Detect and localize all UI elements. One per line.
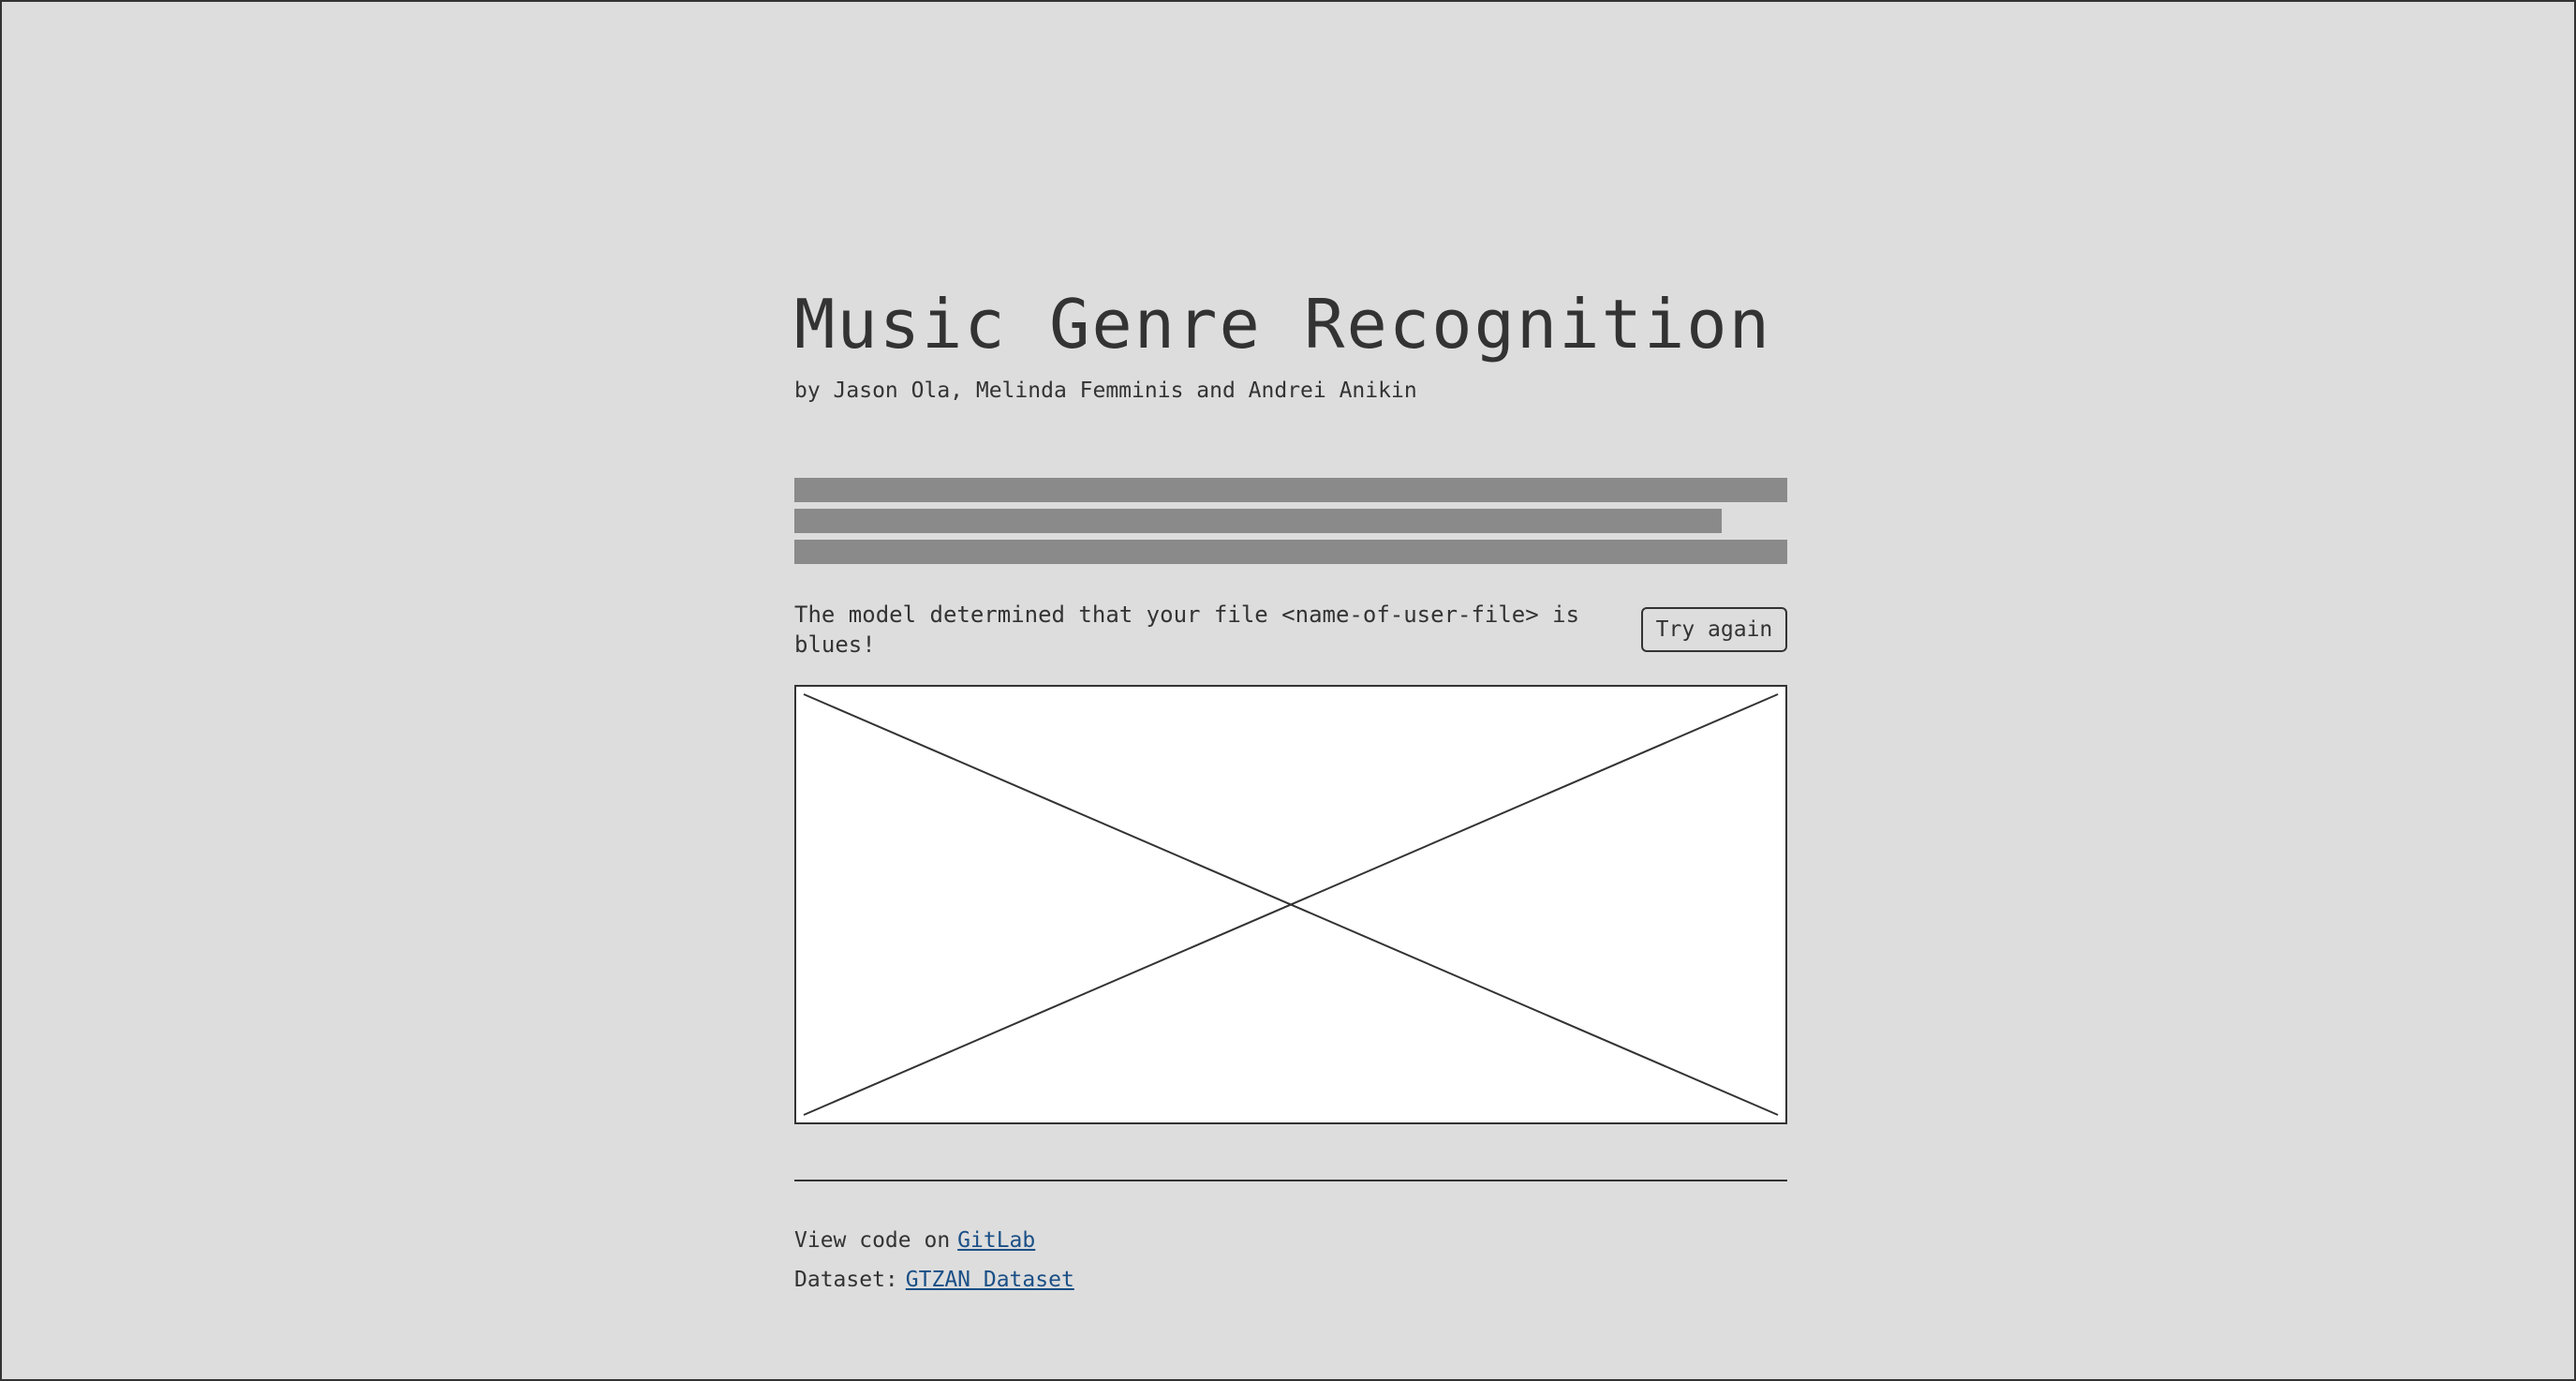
placeholder-text-block	[794, 478, 1787, 564]
page-frame: Music Genre Recognition by Jason Ola, Me…	[0, 0, 2576, 1381]
main-content: Music Genre Recognition by Jason Ola, Me…	[794, 283, 1787, 1299]
image-placeholder-cross	[803, 693, 1779, 1116]
image-placeholder	[794, 685, 1787, 1124]
code-link-prefix: View code on	[794, 1228, 951, 1253]
try-again-button[interactable]: Try again	[1640, 607, 1787, 652]
footer-divider	[794, 1180, 1787, 1181]
dataset-link-line: Dataset: GTZAN Dataset	[794, 1260, 1787, 1299]
dataset-link-prefix: Dataset:	[794, 1268, 898, 1292]
result-row: The model determined that your file <nam…	[794, 600, 1787, 660]
footer: View code on GitLab Dataset: GTZAN Datas…	[794, 1221, 1787, 1299]
placeholder-text-line	[794, 540, 1787, 564]
placeholder-text-line	[794, 509, 1722, 533]
placeholder-text-line	[794, 478, 1787, 502]
page-title: Music Genre Recognition	[794, 285, 1771, 364]
dataset-link[interactable]: GTZAN Dataset	[906, 1260, 1074, 1299]
code-link-line: View code on GitLab	[794, 1221, 1787, 1260]
result-message: The model determined that your file <nam…	[794, 601, 1580, 658]
authors-line: by Jason Ola, Melinda Femminis and Andre…	[794, 379, 1417, 403]
gitlab-link[interactable]: GitLab	[957, 1221, 1035, 1260]
